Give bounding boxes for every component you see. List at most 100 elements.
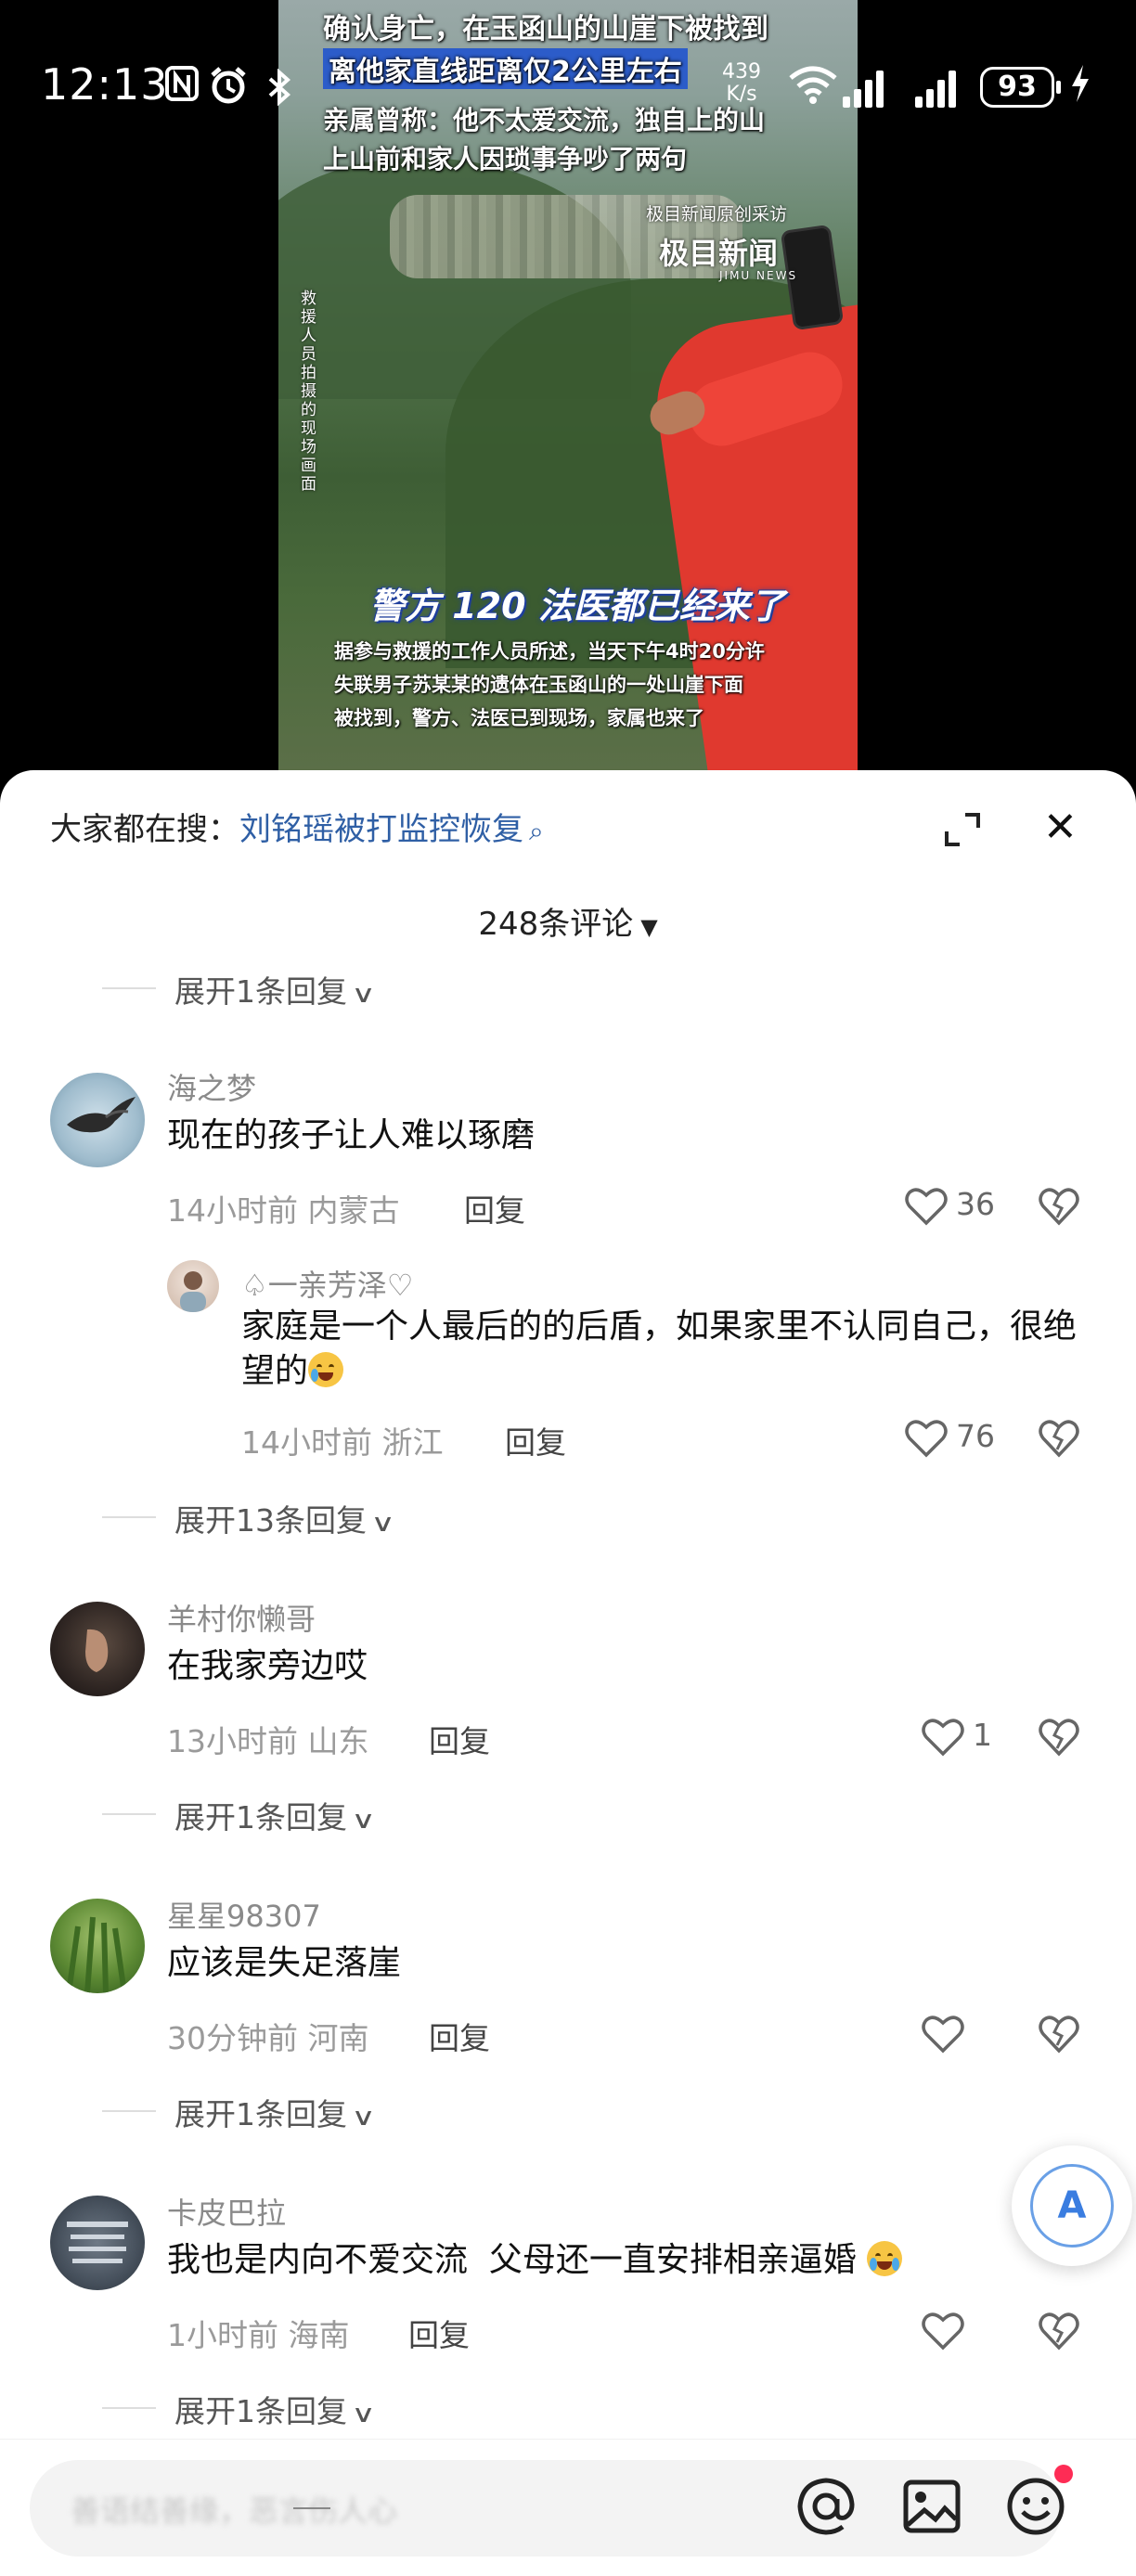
notification-dot — [1054, 2465, 1073, 2483]
comment-meta: 30分钟前 河南 — [167, 2014, 369, 2058]
comment-count-header[interactable]: 248条评论 ▼ — [0, 898, 1136, 944]
expand-icon[interactable] — [941, 811, 984, 848]
reply-button[interactable]: 回复 — [429, 1717, 490, 1761]
close-icon[interactable]: ✕ — [1043, 807, 1078, 848]
avatar[interactable] — [167, 1260, 219, 1312]
at-mention-icon[interactable] — [794, 2475, 858, 2538]
video-subtitle: 失联男子苏某某的遗体在玉函山的一处山崖下面 — [334, 674, 743, 696]
comment-location: 内蒙古 — [307, 1192, 400, 1229]
video-caption: 上山前和家人因琐事争吵了两句 — [323, 144, 688, 174]
comment-meta: 14小时前 浙江 — [241, 1418, 444, 1462]
avatar[interactable] — [50, 1602, 145, 1696]
comment-location: 河南 — [307, 2020, 369, 2056]
dislike-heart-icon[interactable] — [1038, 2014, 1080, 2054]
crying-laugh-emoji-icon — [308, 1352, 344, 1387]
chevron-down-icon: ∨ — [351, 1807, 376, 1835]
wifi-icon — [787, 63, 839, 113]
trending-search-prefix: 大家都在搜： — [50, 811, 239, 848]
comment-time: 13小时前 — [167, 1723, 298, 1759]
comment-text-content: 家庭是一个人最后的的后盾，如果家里不认同自己，很绝望的 — [241, 1307, 1078, 1390]
comment-username[interactable]: 羊村你懒哥 — [167, 1596, 316, 1639]
trending-search-link[interactable]: 刘铭瑶被打监控恢复 — [239, 811, 523, 848]
expand-replies-label: 展开1条回复 — [174, 2096, 347, 2132]
comment-time: 14小时前 — [167, 1192, 298, 1229]
crying-emoji-icon — [867, 2241, 903, 2276]
expand-replies-button[interactable]: 展开1条回复 ∨ — [101, 2387, 376, 2431]
comment-text: 现在的孩子让人难以琢磨 — [167, 1116, 536, 1154]
net-speed-unit: K/s — [726, 83, 757, 106]
signal-icon — [915, 71, 960, 108]
chevron-down-icon: ∨ — [351, 2104, 376, 2132]
comment-location: 山东 — [307, 1723, 369, 1759]
reply-button[interactable]: 回复 — [464, 1186, 525, 1230]
reply-button[interactable]: 回复 — [429, 2014, 490, 2058]
heart-icon[interactable] — [904, 1186, 949, 1227]
status-bar: 12:13 439 K/s 93 — [0, 45, 1136, 128]
expand-replies-label: 展开1条回复 — [174, 1799, 347, 1835]
comment-username[interactable]: 海之梦 — [167, 1065, 256, 1108]
text-caret — [293, 2507, 330, 2509]
comment-meta: 13小时前 山东 — [167, 1717, 369, 1761]
expand-replies-label: 展开1条回复 — [174, 2393, 347, 2429]
bluetooth-icon — [265, 68, 293, 114]
comment-location: 浙江 — [381, 1424, 444, 1461]
video-subtitle: 据参与救援的工作人员所述，当天下午4时20分许 — [334, 640, 765, 663]
heart-icon[interactable] — [921, 2014, 965, 2054]
chevron-down-icon: ∨ — [351, 2401, 376, 2428]
battery-indicator: 93 — [980, 67, 1061, 108]
comment-username[interactable]: 星星98307 — [167, 1893, 321, 1936]
like-count: 36 — [956, 1186, 995, 1222]
comment-meta: 14小时前 内蒙古 — [167, 1186, 400, 1230]
dislike-heart-icon[interactable] — [1038, 1717, 1080, 1758]
comment-text: 应该是失足落崖 — [167, 1944, 402, 1982]
comment-time: 30分钟前 — [167, 2020, 298, 2056]
news-logo-en: JIMU NEWS — [719, 269, 798, 282]
comment-time: 14小时前 — [241, 1424, 372, 1461]
video-caption: 确认身亡，在玉函山的山崖下被找到 — [323, 13, 768, 45]
expand-replies-button[interactable]: 展开13条回复 ∨ — [101, 1496, 395, 1540]
vertical-note: 救援人员拍摄的现场画面 — [301, 290, 316, 494]
comment-meta: 1小时前 海南 — [167, 2311, 350, 2355]
expand-replies-button[interactable]: 展开1条回复 ∨ — [101, 967, 376, 1011]
comment-time: 1小时前 — [167, 2317, 278, 2353]
comment-username[interactable]: 卡皮巴拉 — [167, 2190, 286, 2233]
avatar[interactable] — [50, 2196, 145, 2290]
expand-replies-button[interactable]: 展开1条回复 ∨ — [101, 1793, 376, 1837]
net-speed-value: 439 — [722, 60, 761, 84]
reply-button[interactable]: 回复 — [408, 2311, 470, 2355]
video-area[interactable]: 确认身亡，在玉函山的山崖下被找到 离他家直线距离仅2公里左右 亲属曾称：他不太爱… — [0, 0, 1136, 817]
comment-text: 在我家旁边哎 — [167, 1647, 368, 1685]
comment-username[interactable]: ♤一亲芳泽♡ — [241, 1262, 413, 1305]
emoji-icon[interactable] — [1004, 2475, 1067, 2538]
chevron-down-icon: ∨ — [351, 981, 376, 1009]
reply-button[interactable]: 回复 — [505, 1418, 566, 1462]
video-subtitle: 被找到，警方、法医已到现场，家属也来了 — [334, 707, 704, 729]
comment-text: 家庭是一个人最后的的后盾，如果家里不认同自己，很绝望的 — [241, 1305, 1077, 1394]
heart-icon[interactable] — [921, 2311, 965, 2351]
avatar[interactable] — [50, 1073, 145, 1167]
dislike-heart-icon[interactable] — [1038, 1418, 1080, 1459]
chevron-down-icon: ▼ — [640, 914, 658, 940]
avatar[interactable] — [50, 1899, 145, 1993]
search-icon[interactable]: ⌕ — [529, 816, 544, 846]
heart-icon[interactable] — [921, 1717, 965, 1758]
comment-input-placeholder: 善语结善缘，恶言伤人心 — [71, 2493, 398, 2529]
clock: 12:13 — [41, 59, 169, 109]
comment-location: 海南 — [288, 2317, 350, 2353]
comment-sheet: 大家都在搜：刘铭瑶被打监控恢复 ⌕ ✕ 248条评论 ▼ 展开1条回复 ∨ 海之梦 现… — [0, 770, 1136, 2576]
dislike-heart-icon[interactable] — [1038, 1186, 1080, 1227]
source-label: 极目新闻原创采访 — [646, 204, 788, 225]
video-slogan: 警方 120 法医都已经来了 — [369, 586, 785, 626]
network-speed: 439 K/s — [722, 61, 761, 106]
heart-icon[interactable] — [904, 1418, 949, 1459]
expand-replies-label: 展开13条回复 — [174, 1502, 367, 1539]
comment-text-content: 我也是内向不爱交流 父母还一直安排相亲逼婚 — [167, 2241, 857, 2279]
charging-icon — [1069, 63, 1091, 112]
comment-count: 248条评论 — [478, 906, 634, 943]
image-icon[interactable] — [900, 2475, 963, 2538]
translate-button[interactable]: A — [1012, 2145, 1132, 2266]
expand-replies-label: 展开1条回复 — [174, 973, 347, 1010]
expand-replies-button[interactable]: 展开1条回复 ∨ — [101, 2090, 376, 2134]
comment-text: 我也是内向不爱交流 父母还一直安排相亲逼婚 — [167, 2238, 1002, 2283]
dislike-heart-icon[interactable] — [1038, 2311, 1080, 2351]
